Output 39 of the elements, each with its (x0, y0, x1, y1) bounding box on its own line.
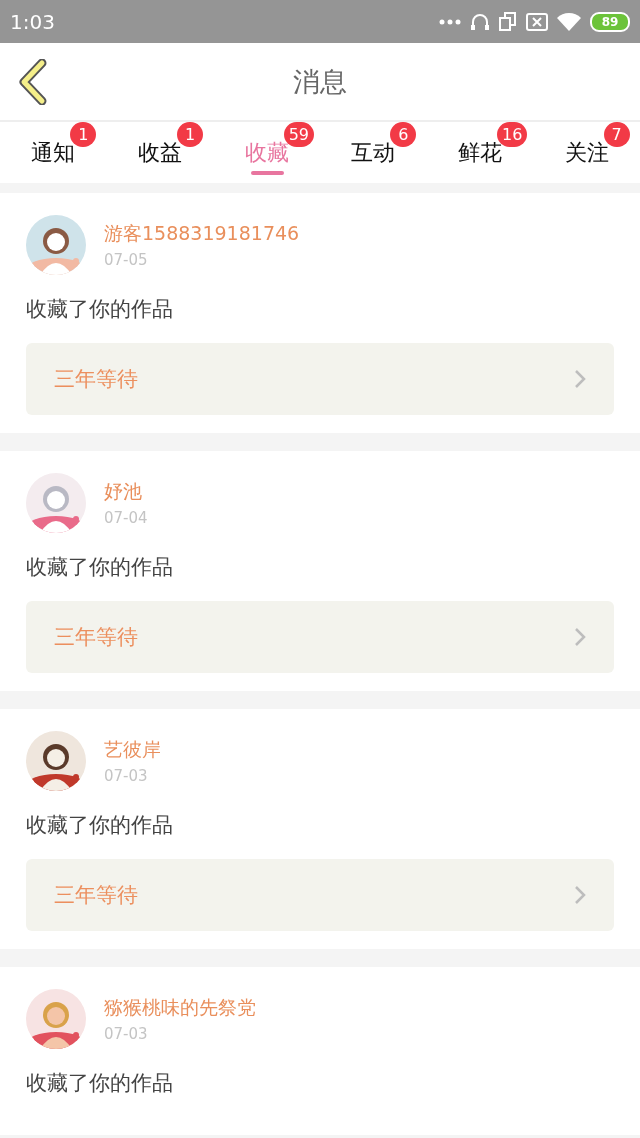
work-link[interactable]: 三年等待 (26, 343, 614, 415)
more-icon (439, 18, 461, 25)
message-date: 07-03 (104, 767, 149, 785)
wifi-icon (557, 12, 581, 31)
message-text: 收藏了你的作品 (26, 296, 174, 323)
page-title: 消息 (293, 64, 347, 99)
work-title: 三年等待 (54, 882, 138, 909)
work-title: 三年等待 (54, 366, 138, 393)
username-link[interactable]: 妤池 (104, 479, 148, 505)
message-date: 07-04 (104, 509, 148, 527)
message-text: 收藏了你的作品 (26, 812, 174, 839)
message-date: 07-03 (104, 1025, 149, 1043)
chevron-right-icon (574, 369, 586, 389)
chevron-right-icon (574, 885, 586, 905)
copy-icon (499, 11, 517, 32)
back-button[interactable] (18, 59, 48, 105)
message-date: 07-05 (104, 251, 149, 269)
count-badge: 1 (177, 122, 203, 147)
battery-level: 89 (601, 14, 619, 29)
sim-off-icon (526, 12, 548, 31)
username-link[interactable]: 猕猴桃味的先祭党 (104, 995, 256, 1021)
work-title: 三年等待 (54, 624, 138, 651)
tab[interactable]: 互动 6 (320, 122, 427, 183)
headphones-icon (470, 11, 490, 32)
message-text: 收藏了你的作品 (26, 554, 174, 581)
count-badge: 6 (390, 122, 417, 147)
tab[interactable]: 关注 7 (533, 122, 640, 183)
message-text: 收藏了你的作品 (26, 1070, 174, 1097)
status-time: 1:03 (10, 9, 55, 34)
username-link[interactable]: 艺彼岸 (104, 737, 161, 763)
work-link[interactable]: 三年等待 (26, 601, 614, 673)
tab[interactable]: 通知 1 (0, 122, 107, 183)
tab[interactable]: 收益 1 (106, 122, 214, 183)
chevron-right-icon (574, 627, 586, 647)
work-link[interactable]: 三年等待 (26, 859, 614, 931)
count-badge: 7 (603, 122, 630, 147)
tab-underline (250, 171, 284, 175)
tab[interactable]: 鲜花 16 (426, 122, 534, 183)
username-link[interactable]: 游客1588319181746 (104, 221, 300, 247)
